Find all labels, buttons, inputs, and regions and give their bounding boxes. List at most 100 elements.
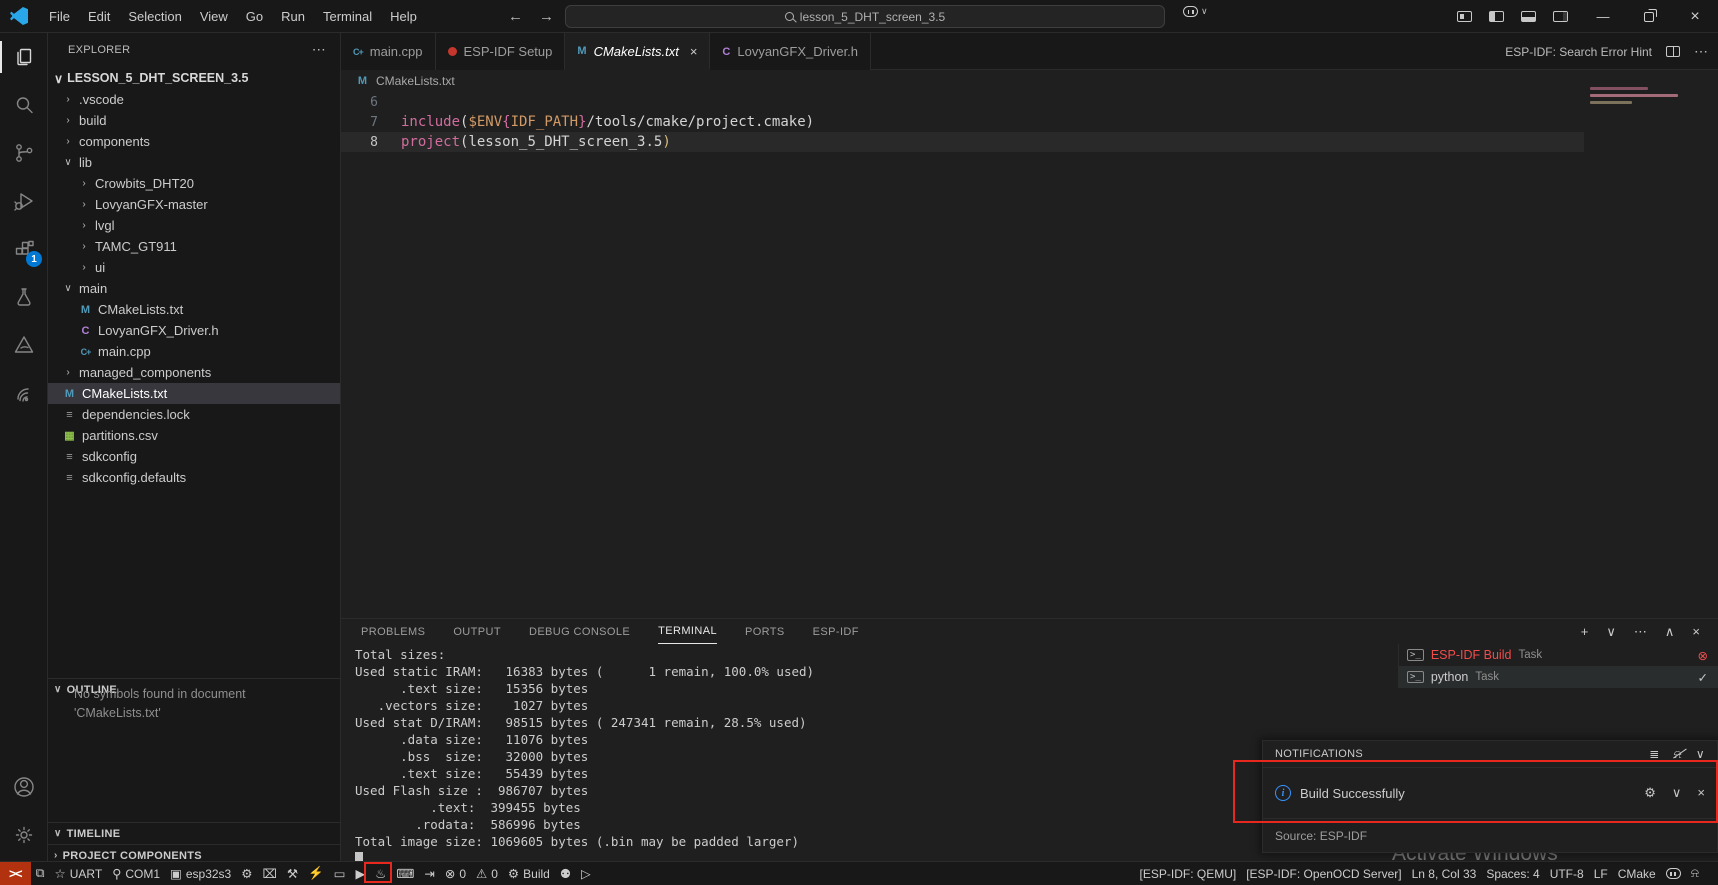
panel-tab-debug-console[interactable]: DEBUG CONSOLE bbox=[529, 619, 630, 644]
menu-help[interactable]: Help bbox=[381, 0, 426, 33]
panel-tab-ports[interactable]: PORTS bbox=[745, 619, 785, 644]
notification-toast[interactable]: i Build Successfully ⚙∨× bbox=[1263, 767, 1717, 819]
esp-idf-openocd[interactable]: [ESP-IDF: OpenOCD Server] bbox=[1241, 862, 1406, 885]
flash-device[interactable]: ⚡ bbox=[303, 862, 329, 885]
copilot-menu[interactable]: ∨ bbox=[1183, 6, 1208, 17]
testing-icon[interactable] bbox=[0, 273, 48, 321]
panel-tab-problems[interactable]: PROBLEMS bbox=[361, 619, 425, 644]
eol[interactable]: LF bbox=[1589, 862, 1613, 885]
tree-item-managed-components[interactable]: ›managed_components bbox=[48, 362, 340, 383]
tree-item-main[interactable]: ∨main bbox=[48, 278, 340, 299]
menu-edit[interactable]: Edit bbox=[79, 0, 119, 33]
full-clean[interactable]: ⌧ bbox=[257, 862, 281, 885]
tree-item-build[interactable]: ›build bbox=[48, 110, 340, 131]
notification-settings-icon[interactable]: ⚙ bbox=[1644, 785, 1656, 801]
run-idf[interactable]: ⇥ bbox=[419, 862, 439, 885]
search-icon[interactable] bbox=[0, 81, 48, 129]
restore-button[interactable] bbox=[1626, 0, 1672, 33]
menu-file[interactable]: File bbox=[40, 0, 79, 33]
manage-gear-icon[interactable] bbox=[0, 811, 48, 859]
tab-esp-idf-setup[interactable]: ESP-IDF Setup bbox=[436, 33, 566, 70]
minimap[interactable] bbox=[1590, 85, 1694, 115]
run-task[interactable]: ▷ bbox=[576, 862, 596, 885]
esp-idf-new-project[interactable]: ⧉ bbox=[31, 862, 50, 885]
close-panel-icon[interactable]: × bbox=[1692, 624, 1700, 639]
tab-cmakelists-txt[interactable]: MCMakeLists.txt× bbox=[565, 33, 710, 70]
cmake-build[interactable]: ⚙Build bbox=[503, 862, 555, 885]
split-editor-icon[interactable] bbox=[1666, 46, 1680, 57]
new-terminal-icon[interactable]: + bbox=[1581, 624, 1589, 639]
tree-item-lovyangfx-master[interactable]: ›LovyanGFX-master bbox=[48, 194, 340, 215]
erase-flash[interactable]: ♨ bbox=[370, 862, 391, 885]
terminal-instance-python[interactable]: >_pythonTask✓ bbox=[1399, 666, 1718, 688]
tree-item-dependencies-lock[interactable]: ≡dependencies.lock bbox=[48, 404, 340, 425]
editor-more-actions-icon[interactable]: ⋯ bbox=[1694, 43, 1708, 60]
maximize-panel-icon[interactable]: ∧ bbox=[1665, 624, 1675, 640]
cursor-position[interactable]: Ln 8, Col 33 bbox=[1407, 862, 1482, 885]
menu-terminal[interactable]: Terminal bbox=[314, 0, 381, 33]
expand-notification-icon[interactable]: ∨ bbox=[1672, 785, 1682, 801]
terminal-instance-esp-idf-build[interactable]: >_ESP-IDF BuildTask⊗ bbox=[1399, 644, 1718, 666]
explorer-icon[interactable] bbox=[0, 33, 48, 81]
toggle-primary-sidebar-icon[interactable] bbox=[1489, 11, 1504, 22]
serial-port[interactable]: ⚲COM1 bbox=[107, 862, 165, 885]
espressif-idf-icon[interactable] bbox=[0, 369, 48, 417]
terminal-output[interactable]: Total sizes:Used static IRAM: 16383 byte… bbox=[355, 646, 814, 850]
toggle-secondary-sidebar-icon[interactable] bbox=[1553, 11, 1568, 22]
tree-item-crowbits-dht20[interactable]: ›Crowbits_DHT20 bbox=[48, 173, 340, 194]
tree-item-sdkconfig-defaults[interactable]: ≡sdkconfig.defaults bbox=[48, 467, 340, 488]
close-tab-icon[interactable]: × bbox=[690, 44, 698, 59]
tree-item-components[interactable]: ›components bbox=[48, 131, 340, 152]
encoding[interactable]: UTF-8 bbox=[1545, 862, 1589, 885]
breadcrumb[interactable]: M CMakeLists.txt bbox=[355, 70, 455, 92]
launch-profile-chevron-icon[interactable]: ∨ bbox=[1606, 624, 1616, 640]
menu-selection[interactable]: Selection bbox=[119, 0, 190, 33]
close-button[interactable]: × bbox=[1672, 0, 1718, 33]
build-project[interactable]: ⚒ bbox=[282, 862, 303, 885]
minimize-button[interactable]: — bbox=[1580, 0, 1626, 33]
build-flash-monitor[interactable]: ▶ bbox=[350, 862, 370, 885]
uart-connection[interactable]: ☆UART bbox=[50, 862, 108, 885]
panel-tab-esp-idf[interactable]: ESP-IDF bbox=[813, 619, 859, 644]
tree-root[interactable]: ∨LESSON_5_DHT_SCREEN_3.5 bbox=[48, 67, 340, 89]
tree-item-sdkconfig[interactable]: ≡sdkconfig bbox=[48, 446, 340, 467]
tree-item-cmakelists-txt[interactable]: MCMakeLists.txt bbox=[48, 383, 340, 404]
copilot[interactable] bbox=[1661, 862, 1686, 885]
espressif-rainmaker-icon[interactable] bbox=[0, 321, 48, 369]
esp-idf-search-error-hint[interactable]: ESP-IDF: Search Error Hint bbox=[1505, 45, 1652, 59]
panel-tab-terminal[interactable]: TERMINAL bbox=[658, 619, 717, 644]
clear-all-icon[interactable]: ≣ bbox=[1649, 747, 1659, 761]
do-not-disturb-icon[interactable]: ⍾ bbox=[1674, 747, 1682, 762]
tree-item--vscode[interactable]: ›.vscode bbox=[48, 89, 340, 110]
source-control-icon[interactable] bbox=[0, 129, 48, 177]
tab-lovyangfx-driver-h[interactable]: CLovyanGFX_Driver.h bbox=[710, 33, 871, 70]
errors-count[interactable]: ⊗0 bbox=[440, 862, 471, 885]
explorer-more-actions-icon[interactable]: ⋯ bbox=[312, 41, 326, 58]
debug-launch[interactable]: ⚉ bbox=[555, 862, 576, 885]
go-back-icon[interactable]: ← bbox=[508, 8, 523, 25]
customize-layout-icon[interactable] bbox=[1457, 11, 1472, 22]
command-center-search[interactable]: lesson_5_DHT_screen_3.5 bbox=[565, 5, 1165, 28]
esp-idf-qemu[interactable]: [ESP-IDF: QEMU] bbox=[1135, 862, 1242, 885]
extensions-icon[interactable]: 1 bbox=[0, 225, 48, 273]
tab-main-cpp[interactable]: C+main.cpp bbox=[341, 33, 436, 70]
open-terminal[interactable]: ⌨ bbox=[391, 862, 419, 885]
notifications-bell[interactable]: ⍾ bbox=[1686, 862, 1704, 885]
menu-view[interactable]: View bbox=[191, 0, 237, 33]
language-mode[interactable]: CMake bbox=[1613, 862, 1661, 885]
sdk-configuration[interactable]: ⚙ bbox=[236, 862, 257, 885]
tree-item-lovyangfx-driver-h[interactable]: CLovyanGFX_Driver.h bbox=[48, 320, 340, 341]
tree-item-lvgl[interactable]: ›lvgl bbox=[48, 215, 340, 236]
close-notification-icon[interactable]: × bbox=[1697, 785, 1705, 801]
indentation[interactable]: Spaces: 4 bbox=[1481, 862, 1544, 885]
run-and-debug-icon[interactable] bbox=[0, 177, 48, 225]
warnings-count[interactable]: ⚠0 bbox=[471, 862, 503, 885]
menu-go[interactable]: Go bbox=[237, 0, 272, 33]
tree-item-cmakelists-txt[interactable]: MCMakeLists.txt bbox=[48, 299, 340, 320]
accounts-icon[interactable] bbox=[0, 763, 48, 811]
tree-item-ui[interactable]: ›ui bbox=[48, 257, 340, 278]
monitor-device[interactable]: ▭ bbox=[329, 862, 351, 885]
project-components-section-header[interactable]: › PROJECT COMPONENTS bbox=[48, 844, 340, 861]
more-actions-icon[interactable]: ⋯ bbox=[1634, 624, 1647, 640]
tree-item-partitions-csv[interactable]: ▦partitions.csv bbox=[48, 425, 340, 446]
